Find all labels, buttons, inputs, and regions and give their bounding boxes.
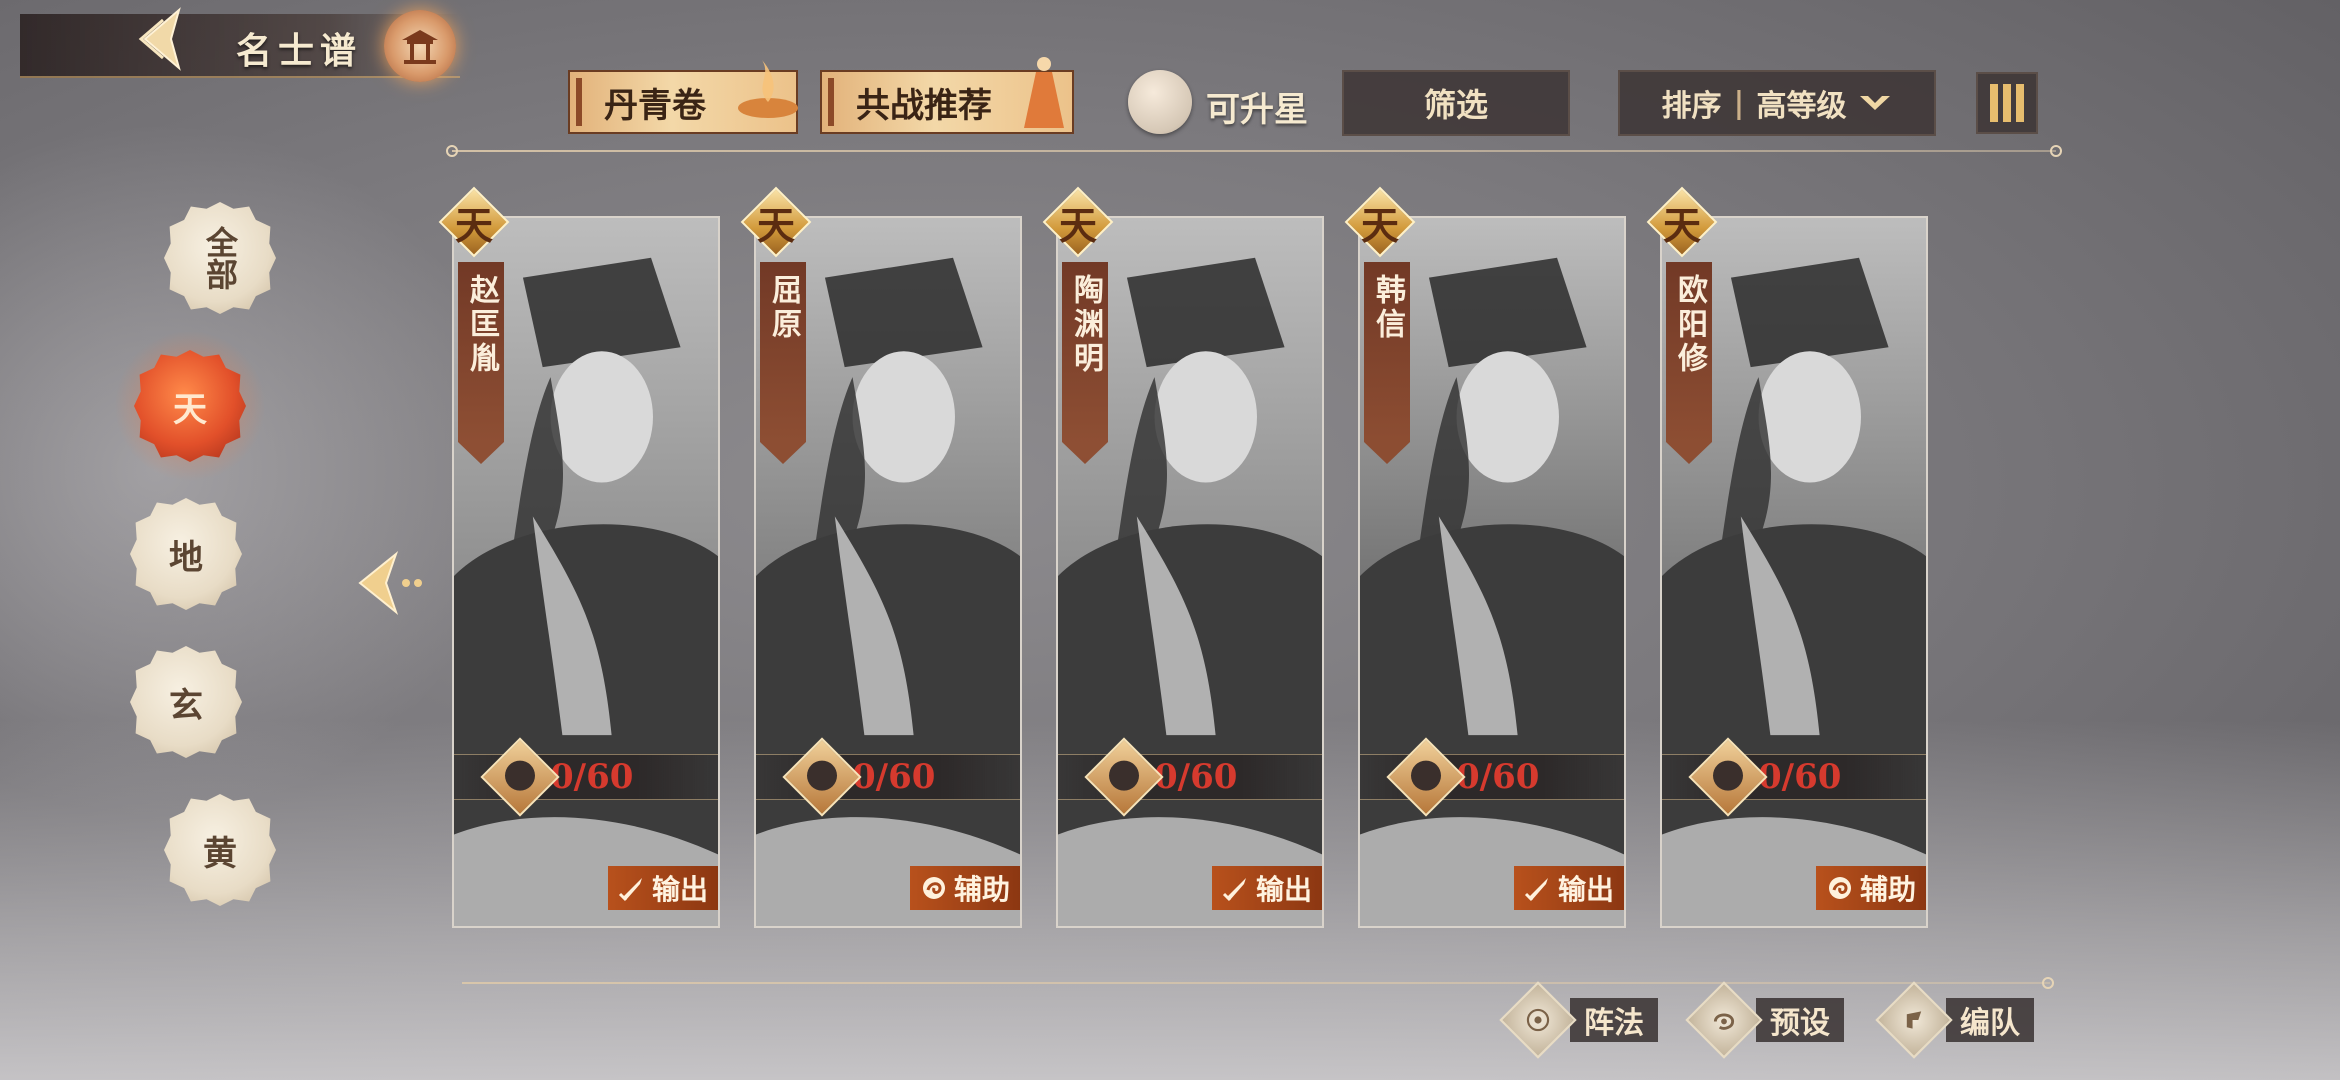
role-tag: 输出	[607, 866, 718, 910]
tier-badge: 天	[1646, 186, 1718, 258]
rank-label: 地	[169, 537, 203, 578]
role-tag: 输出	[1513, 866, 1624, 910]
character-card[interactable]: 赵匡胤 0/60 输出	[452, 216, 720, 928]
tier-badge: 天	[740, 186, 812, 258]
character-name: 赵匡胤	[464, 274, 499, 376]
tier-label: 天	[1058, 202, 1097, 248]
tier-badge: 天	[1344, 186, 1416, 258]
preset-icon	[1685, 981, 1763, 1059]
divider-cap	[446, 145, 458, 157]
progress-text: 0/60	[1758, 757, 1842, 797]
role-tag: 辅助	[909, 866, 1020, 910]
team-icon	[1875, 981, 1953, 1059]
formation-label: 阵法	[1570, 998, 1658, 1042]
back-button[interactable]	[128, 4, 198, 74]
tier-badge: 天	[438, 186, 510, 258]
progress-text: 0/60	[852, 757, 936, 797]
figure-silhouette-icon	[1024, 57, 1064, 128]
chevron-down-icon	[1860, 96, 1891, 110]
shard-progress: 0/60	[454, 737, 718, 817]
character-card[interactable]: 韩信 0/60 输出	[1358, 216, 1626, 928]
upgradable-toggle[interactable]	[1128, 70, 1192, 134]
column-bar-icon	[1990, 84, 1998, 122]
name-banner: 欧阳修	[1666, 262, 1712, 464]
progress-text: 0/60	[550, 757, 634, 797]
sort-dropdown[interactable]: 排序 | 高等级	[1618, 70, 1936, 136]
shard-progress: 0/60	[1360, 737, 1624, 817]
sword-icon	[1222, 878, 1246, 902]
role-label: 输出	[651, 873, 708, 906]
tab-danqing-scroll[interactable]: 丹青卷	[568, 60, 798, 134]
shard-progress: 0/60	[1058, 737, 1322, 817]
pavilion-emblem-icon	[384, 10, 456, 82]
character-name: 陶渊明	[1068, 274, 1103, 376]
tier-label: 天	[454, 202, 493, 248]
top-divider	[452, 150, 2056, 152]
sort-separator: |	[1733, 85, 1745, 121]
ink-bowl-icon	[738, 60, 798, 118]
view-mode-button[interactable]	[1976, 72, 2038, 134]
back-arrow-icon	[138, 7, 181, 71]
progress-text: 0/60	[1456, 757, 1540, 797]
tab-label: 共战推荐	[856, 85, 992, 126]
character-card[interactable]: 欧阳修 0/60 辅助	[1660, 216, 1928, 928]
team-label: 编队	[1946, 998, 2034, 1042]
rank-label: 天	[173, 389, 207, 430]
character-card[interactable]: 屈原 0/60 辅助	[754, 216, 1022, 928]
role-label: 输出	[1557, 873, 1614, 906]
character-name: 韩信	[1370, 274, 1405, 342]
sword-icon	[1524, 878, 1548, 902]
preset-button[interactable]: 预设	[1685, 981, 1844, 1059]
tier-label: 天	[1360, 202, 1399, 248]
progress-text: 0/60	[1154, 757, 1238, 797]
character-name: 欧阳修	[1672, 274, 1707, 376]
character-card[interactable]: 陶渊明 0/60 输出	[1056, 216, 1324, 928]
column-bar-icon	[2003, 84, 2011, 122]
name-banner: 赵匡胤	[458, 262, 504, 464]
tab-label: 丹青卷	[604, 85, 706, 126]
character-name: 屈原	[766, 274, 801, 342]
name-banner: 陶渊明	[1062, 262, 1108, 464]
tier-badge: 天	[1042, 186, 1114, 258]
formation-icon	[1499, 981, 1577, 1059]
role-tag: 输出	[1211, 866, 1322, 910]
tab-team-recommend[interactable]: 共战推荐	[820, 57, 1074, 134]
role-label: 辅助	[953, 873, 1010, 906]
tier-label: 天	[756, 202, 795, 248]
filter-label: 筛选	[1423, 86, 1488, 124]
role-label: 输出	[1255, 873, 1312, 906]
team-button[interactable]: 编队	[1875, 981, 2034, 1059]
rank-label: 黄	[203, 833, 237, 874]
support-icon	[922, 877, 945, 899]
shard-progress: 0/60	[756, 737, 1020, 817]
tier-label: 天	[1662, 202, 1701, 248]
name-banner: 屈原	[760, 262, 806, 464]
divider-cap	[2050, 145, 2062, 157]
name-banner: 韩信	[1364, 262, 1410, 464]
sort-value: 高等级	[1756, 89, 1847, 124]
upgradable-label: 可升星	[1206, 90, 1308, 130]
role-tag: 辅助	[1815, 866, 1926, 910]
rank-label: 全部	[201, 226, 239, 290]
column-bar-icon	[2016, 84, 2024, 122]
divider-cap	[2042, 977, 2054, 989]
shard-progress: 0/60	[1662, 737, 1926, 817]
sword-icon	[618, 878, 642, 902]
rank-label: 玄	[169, 685, 203, 726]
page-title: 名士谱	[236, 30, 363, 72]
collapse-arrow-icon[interactable]	[356, 550, 426, 616]
role-label: 辅助	[1859, 873, 1916, 906]
sort-label: 排序	[1661, 89, 1722, 124]
filter-button[interactable]: 筛选	[1342, 70, 1570, 136]
formation-button[interactable]: 阵法	[1499, 981, 1658, 1059]
support-icon	[1828, 877, 1851, 899]
preset-label: 预设	[1756, 998, 1844, 1042]
